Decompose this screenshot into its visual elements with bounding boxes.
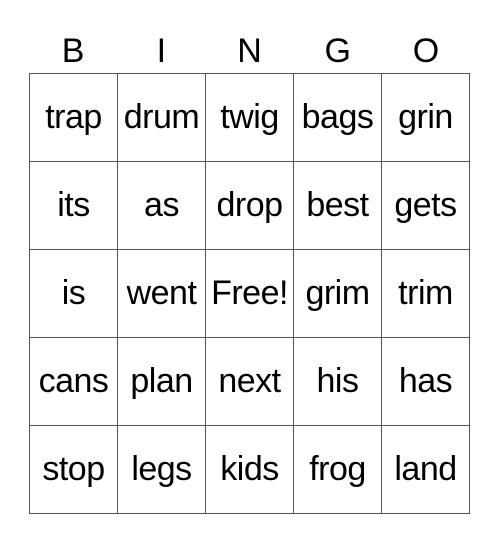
bingo-card-grid: trap drum twig bags grin its as drop bes… (29, 73, 470, 514)
bingo-cell: drum (117, 73, 205, 161)
header-letter-n: N (237, 32, 262, 70)
bingo-cell: trap (29, 73, 117, 161)
bingo-cell: best (293, 161, 381, 249)
bingo-cell: frog (293, 425, 381, 513)
bingo-cell: drop (205, 161, 293, 249)
header-letter-g: G (324, 32, 351, 70)
header-letter-b: B (61, 32, 85, 70)
bingo-cell: twig (205, 73, 293, 161)
bingo-cell: legs (117, 425, 205, 513)
bingo-cell: grin (381, 73, 469, 161)
bingo-cell: went (117, 249, 205, 337)
header-letter-i: I (156, 32, 167, 70)
bingo-cell: plan (117, 337, 205, 425)
bingo-cell: grim (293, 249, 381, 337)
bingo-cell: gets (381, 161, 469, 249)
bingo-cell: trim (381, 249, 469, 337)
bingo-header: B I N G O (29, 30, 470, 73)
bingo-cell: is (29, 249, 117, 337)
bingo-cell: as (117, 161, 205, 249)
bingo-cell: kids (205, 425, 293, 513)
bingo-cell: its (29, 161, 117, 249)
bingo-cell: stop (29, 425, 117, 513)
bingo-cell: next (205, 337, 293, 425)
bingo-cell: his (293, 337, 381, 425)
free-space-cell: Free! (205, 249, 293, 337)
bingo-cell: has (381, 337, 469, 425)
header-letter-o: O (412, 32, 440, 70)
bingo-cell: bags (293, 73, 381, 161)
bingo-cell: cans (29, 337, 117, 425)
bingo-cell: land (381, 425, 469, 513)
